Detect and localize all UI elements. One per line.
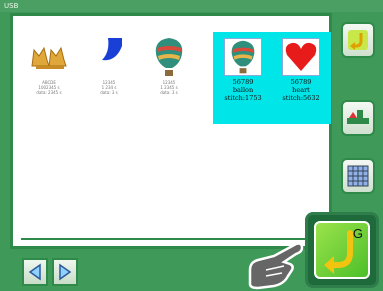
set-button-face: G bbox=[314, 221, 370, 279]
return-button[interactable] bbox=[341, 22, 375, 58]
design-name: heart bbox=[292, 86, 310, 94]
design-item[interactable]: ABCDE 1002345 s data: 2345 s bbox=[23, 36, 75, 126]
embroidery-frame-button[interactable] bbox=[341, 100, 375, 136]
selected-designs-area: 56789 ballon stitch:1753 56789 heart sti… bbox=[213, 32, 331, 124]
design-list-panel: ABCDE 1002345 s data: 2345 s 12345 1 234… bbox=[10, 13, 332, 249]
window-title: USB bbox=[0, 0, 383, 12]
design-line: data: 2345 s bbox=[36, 90, 62, 95]
design-line: data: 3 s bbox=[160, 90, 178, 95]
design-number: 56789 bbox=[232, 78, 254, 86]
set-button[interactable]: G bbox=[305, 212, 379, 288]
design-name: ballon bbox=[232, 86, 254, 94]
return-arrow-icon bbox=[348, 30, 368, 50]
selected-design-item[interactable]: 56789 ballon stitch:1753 bbox=[215, 32, 271, 124]
return-arrow-icon bbox=[324, 230, 353, 274]
left-arrow-icon bbox=[28, 263, 41, 281]
design-stitch-count: stitch:1753 bbox=[224, 94, 262, 102]
blue-shape-design-icon bbox=[88, 36, 130, 78]
pointing-hand-icon bbox=[248, 242, 304, 290]
sewing-machine-icon bbox=[347, 110, 369, 124]
design-item[interactable]: 12345 1 234 s data: 3 s bbox=[83, 36, 135, 126]
next-page-button[interactable] bbox=[52, 258, 78, 286]
design-line: data: 3 s bbox=[100, 90, 118, 95]
selected-design-item[interactable]: 56789 heart stitch:5632 bbox=[273, 32, 329, 124]
memory-grid-button[interactable] bbox=[341, 158, 375, 194]
heart-design-icon bbox=[282, 38, 320, 76]
balloon-design-icon bbox=[224, 38, 262, 76]
right-arrow-icon bbox=[59, 263, 72, 281]
grid-icon bbox=[347, 165, 369, 187]
balloon-design-icon bbox=[148, 36, 190, 78]
twin-cat-design-icon bbox=[28, 36, 70, 78]
design-number: 56789 bbox=[290, 78, 312, 86]
design-stitch-count: stitch:5632 bbox=[282, 94, 320, 102]
design-item[interactable]: 12345 1 2345 s data: 3 s bbox=[143, 36, 195, 126]
previous-page-button[interactable] bbox=[22, 258, 48, 286]
